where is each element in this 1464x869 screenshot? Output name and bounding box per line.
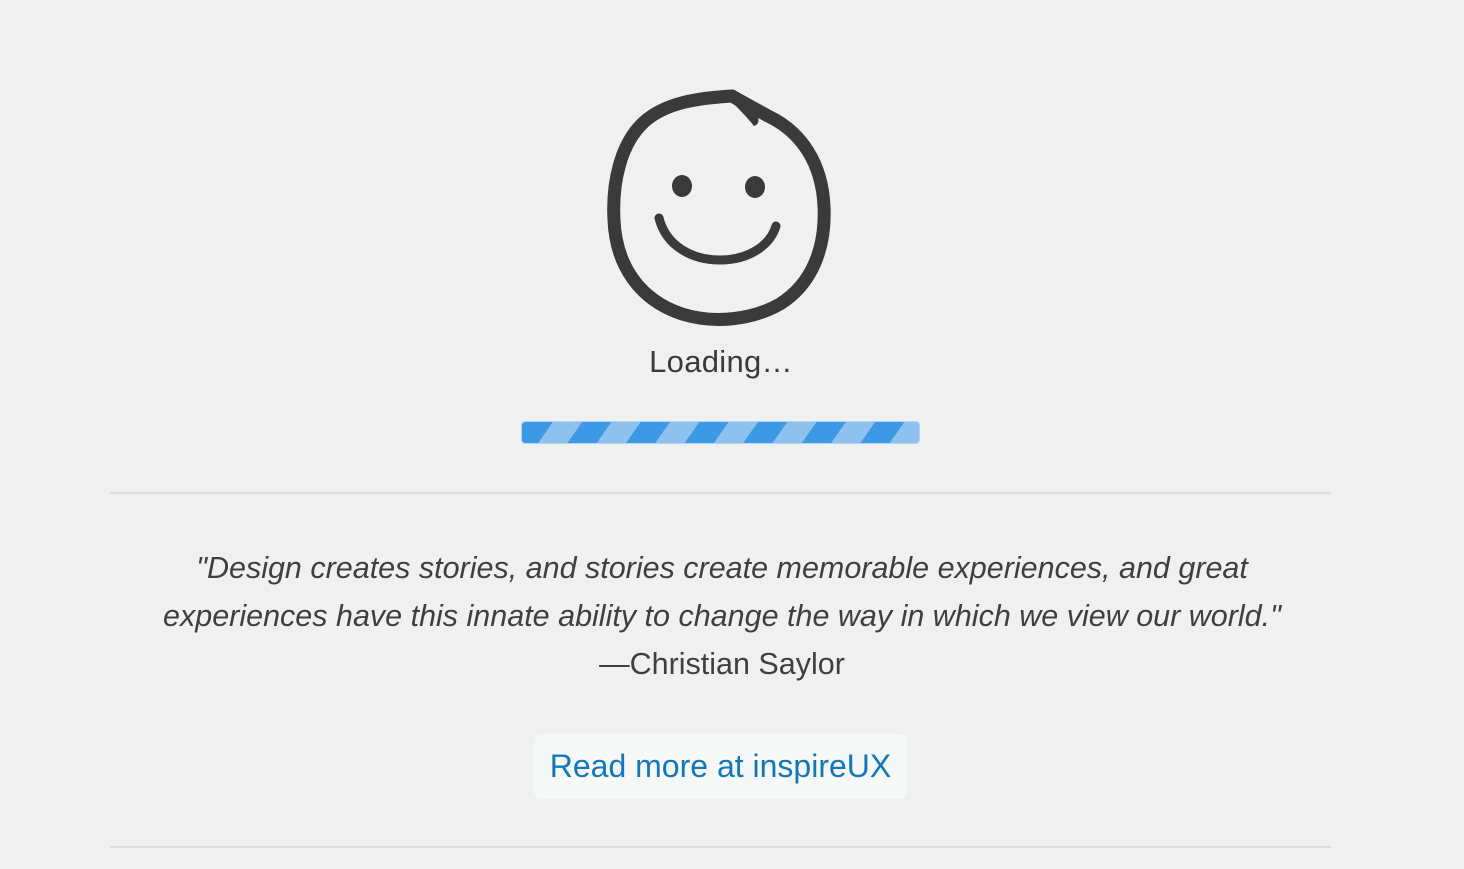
- quote-author: —Christian Saylor: [599, 647, 845, 681]
- loading-status-text: Loading…: [649, 344, 793, 379]
- read-more-link[interactable]: Read more at inspireUX: [534, 734, 907, 799]
- progress-bar-fill: [522, 422, 919, 443]
- divider-bottom: [110, 846, 1331, 848]
- loading-screen: Loading… "Design creates stories, and st…: [0, 0, 1464, 869]
- divider-top: [110, 492, 1331, 494]
- progress-bar: [521, 421, 920, 444]
- smiley-face-icon: [607, 89, 831, 326]
- quote-text: "Design creates stories, and stories cre…: [163, 551, 1281, 633]
